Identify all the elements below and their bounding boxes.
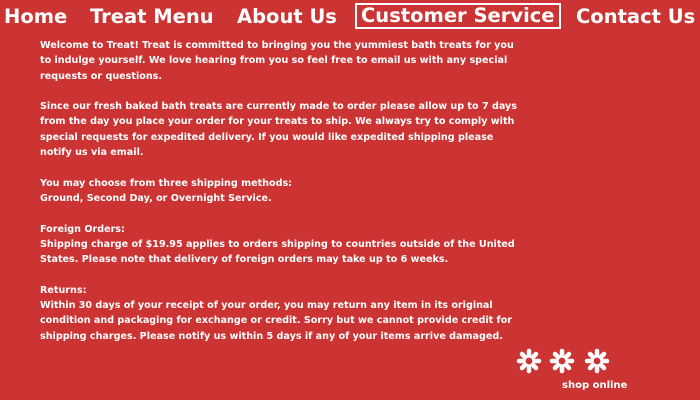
flower-star-icon	[519, 351, 539, 371]
welcome-paragraph: Welcome to Treat! Treat is committed to …	[40, 38, 600, 84]
baked-line: from the day you place your order for yo…	[40, 116, 515, 128]
main-nav: Home Treat Menu About Us Customer Servic…	[0, 3, 700, 32]
shop-online-label[interactable]: shop online	[562, 380, 627, 391]
shipping-methods-paragraph: You may choose from three shipping metho…	[40, 176, 600, 207]
flower-star-icon	[552, 351, 572, 371]
foreign-line: Shipping charge of $19.95 applies to ord…	[40, 238, 515, 250]
foreign-line: States. Please note that delivery of for…	[40, 254, 449, 266]
customer-service-content: Welcome to Treat! Treat is committed to …	[40, 38, 600, 359]
returns-line: shipping charges. Please notify us withi…	[40, 330, 503, 342]
baked-line: notify us via email.	[40, 147, 144, 159]
foreign-heading: Foreign Orders:	[40, 223, 125, 235]
flower-star-icon	[587, 351, 607, 371]
baked-line: Since our fresh baked bath treats are cu…	[40, 101, 517, 113]
nav-about-us[interactable]: About Us	[237, 4, 337, 30]
baked-treats-paragraph: Since our fresh baked bath treats are cu…	[40, 99, 600, 160]
decorative-stars	[514, 346, 624, 380]
shop-online-link[interactable]: shop online	[514, 346, 654, 396]
welcome-line: to indulge yourself. We love hearing fro…	[40, 55, 508, 67]
baked-line: special requests for expedited delivery.…	[40, 131, 494, 143]
shipping-line: You may choose from three shipping metho…	[40, 177, 292, 189]
returns-line: Within 30 days of your receipt of your o…	[40, 300, 493, 312]
nav-contact-us[interactable]: Contact Us	[576, 4, 695, 30]
returns-heading: Returns:	[40, 284, 87, 296]
welcome-line: requests or questions.	[40, 70, 163, 82]
nav-home[interactable]: Home	[4, 4, 67, 30]
nav-treat-menu[interactable]: Treat Menu	[90, 4, 214, 30]
returns-paragraph: Returns: Within 30 days of your receipt …	[40, 283, 600, 344]
foreign-orders-paragraph: Foreign Orders: Shipping charge of $19.9…	[40, 222, 600, 268]
welcome-line: Welcome to Treat! Treat is committed to …	[40, 40, 514, 51]
shipping-line: Ground, Second Day, or Overnight Service…	[40, 192, 272, 204]
returns-line: condition and packaging for exchange or …	[40, 315, 513, 327]
nav-customer-service[interactable]: Customer Service	[355, 3, 561, 29]
